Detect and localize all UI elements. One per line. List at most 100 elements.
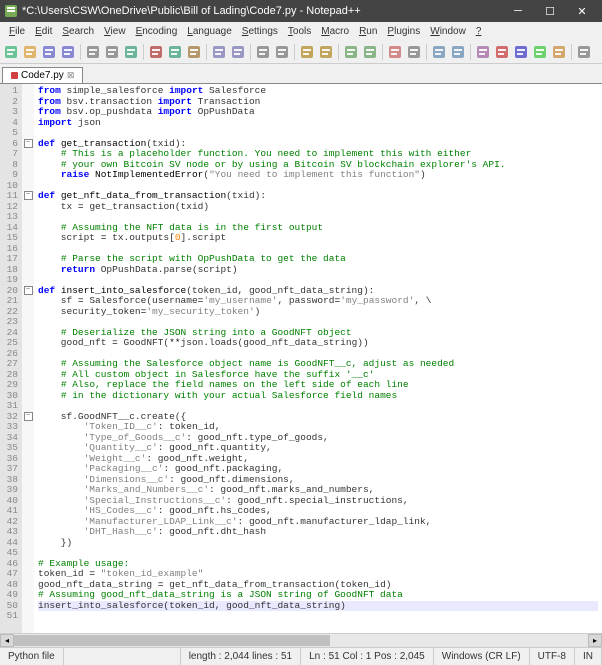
scroll-track[interactable] [14, 634, 588, 647]
scroll-thumb[interactable] [14, 635, 330, 646]
scroll-right-button[interactable]: ▸ [588, 634, 602, 647]
toolbar-find-button[interactable] [254, 43, 272, 61]
minimize-button[interactable]: ─ [502, 0, 534, 22]
toolbar-save2-button[interactable] [550, 43, 568, 61]
code-line[interactable]: return OpPushData.parse(script) [38, 265, 598, 276]
toolbar-separator [294, 44, 295, 60]
code-line[interactable]: raise NotImplementedError("You need to i… [38, 170, 598, 181]
code-line[interactable]: good_nft = GoodNFT(**json.loads(good_nft… [38, 338, 598, 349]
toolbar-separator [470, 44, 471, 60]
line-number: 41 [2, 506, 18, 517]
fold-minus-icon[interactable]: − [24, 286, 33, 295]
toolbar-closeall-button[interactable] [103, 43, 121, 61]
line-number: 33 [2, 422, 18, 433]
line-number-gutter: 1234567891011121314151617181920212223242… [0, 84, 22, 633]
toolbar-lang-button[interactable] [474, 43, 492, 61]
title-bar: *C:\Users\CSW\OneDrive\Public\Bill of La… [0, 0, 602, 22]
toolbar-save-button[interactable] [40, 43, 58, 61]
toolbar-separator [571, 44, 572, 60]
menu-run[interactable]: Run [354, 26, 382, 37]
code-line[interactable]: # in the dictionary with your actual Sal… [38, 391, 598, 402]
menu-view[interactable]: View [99, 26, 131, 37]
toolbar-copy-button[interactable] [166, 43, 184, 61]
toolbar-open-button[interactable] [21, 43, 39, 61]
toolbar-zoomout-button[interactable] [317, 43, 335, 61]
line-number: 17 [2, 254, 18, 265]
fold-minus-icon[interactable]: − [24, 139, 33, 148]
code-line[interactable]: # Assuming good_nft_data_string is a JSO… [38, 590, 598, 601]
code-line[interactable]: }) [38, 538, 598, 549]
toolbar-paste-button[interactable] [185, 43, 203, 61]
scroll-left-button[interactable]: ◂ [0, 634, 14, 647]
menu-file[interactable]: File [4, 26, 30, 37]
toolbar-separator [426, 44, 427, 60]
line-number: 9 [2, 170, 18, 181]
status-eol: Windows (CR LF) [434, 648, 530, 665]
fold-column: − − − − [22, 84, 34, 633]
horizontal-scrollbar[interactable]: ◂ ▸ [0, 633, 602, 647]
status-pos: Ln : 51 Col : 1 Pos : 2,045 [301, 648, 434, 665]
toolbar-sync-button[interactable] [342, 43, 360, 61]
toolbar-redo-button[interactable] [229, 43, 247, 61]
menu-?[interactable]: ? [471, 26, 487, 37]
status-ins: IN [575, 648, 602, 665]
toolbar-saveall-button[interactable] [59, 43, 77, 61]
toolbar-cut-button[interactable] [147, 43, 165, 61]
menu-edit[interactable]: Edit [30, 26, 57, 37]
maximize-button[interactable]: ☐ [534, 0, 566, 22]
toolbar-indent-button[interactable] [405, 43, 423, 61]
toolbar-separator [250, 44, 251, 60]
toolbar-play-button[interactable] [512, 43, 530, 61]
code-line[interactable]: from simple_salesforce import Salesforce [38, 86, 598, 97]
code-line[interactable]: script = tx.outputs[0].script [38, 233, 598, 244]
code-line[interactable]: insert_into_salesforce(token_id, good_nf… [38, 601, 598, 612]
menu-settings[interactable]: Settings [237, 26, 283, 37]
status-lang: Python file [0, 648, 64, 665]
toolbar-separator [143, 44, 144, 60]
menu-bar: FileEditSearchViewEncodingLanguageSettin… [0, 22, 602, 40]
code-line[interactable]: # Parse the script with OpPushData to ge… [38, 254, 598, 265]
menu-tools[interactable]: Tools [283, 26, 316, 37]
toolbar-rec-button[interactable] [493, 43, 511, 61]
toolbar-showall-button[interactable] [386, 43, 404, 61]
code-line[interactable]: import json [38, 118, 598, 129]
code-area[interactable]: from simple_salesforce import Salesforce… [34, 84, 602, 633]
menu-search[interactable]: Search [57, 26, 99, 37]
code-line[interactable]: sf = Salesforce(username='my_username', … [38, 296, 598, 307]
toolbar-replace-button[interactable] [273, 43, 291, 61]
code-line[interactable]: security_token='my_security_token') [38, 307, 598, 318]
menu-macro[interactable]: Macro [316, 26, 354, 37]
code-line[interactable] [38, 401, 598, 412]
code-editor[interactable]: 1234567891011121314151617181920212223242… [0, 84, 602, 633]
menu-window[interactable]: Window [425, 26, 471, 37]
code-line[interactable]: token_id = "token_id_example" [38, 569, 598, 580]
toolbar-print-button[interactable] [122, 43, 140, 61]
code-line[interactable] [38, 611, 598, 622]
toolbar-fold-button[interactable] [430, 43, 448, 61]
file-tab[interactable]: Code7.py ⊠ [2, 67, 83, 83]
toolbar-playm-button[interactable] [531, 43, 549, 61]
fold-minus-icon[interactable]: − [24, 412, 33, 421]
menu-language[interactable]: Language [182, 26, 237, 37]
toolbar-wrap-button[interactable] [361, 43, 379, 61]
toolbar-undo-button[interactable] [210, 43, 228, 61]
line-number: 15 [2, 233, 18, 244]
code-line[interactable]: def get_nft_data_from_transaction(txid): [38, 191, 598, 202]
code-line[interactable]: 'DHT_Hash__c': good_nft.dht_hash [38, 527, 598, 538]
fold-minus-icon[interactable]: − [24, 191, 33, 200]
code-line[interactable]: from bsv.op_pushdata import OpPushData [38, 107, 598, 118]
toolbar-separator [80, 44, 81, 60]
line-number: 31 [2, 401, 18, 412]
toolbar-close-button[interactable] [84, 43, 102, 61]
toolbar-separator [338, 44, 339, 60]
menu-plugins[interactable]: Plugins [382, 26, 425, 37]
code-line[interactable]: tx = get_transaction(txid) [38, 202, 598, 213]
line-number: 1 [2, 86, 18, 97]
toolbar-x-button[interactable] [575, 43, 593, 61]
menu-encoding[interactable]: Encoding [131, 26, 183, 37]
close-button[interactable]: ✕ [566, 0, 598, 22]
toolbar-new-button[interactable] [2, 43, 20, 61]
toolbar-zoomin-button[interactable] [298, 43, 316, 61]
toolbar-unfold-button[interactable] [449, 43, 467, 61]
tab-close-icon[interactable]: ⊠ [67, 70, 75, 81]
